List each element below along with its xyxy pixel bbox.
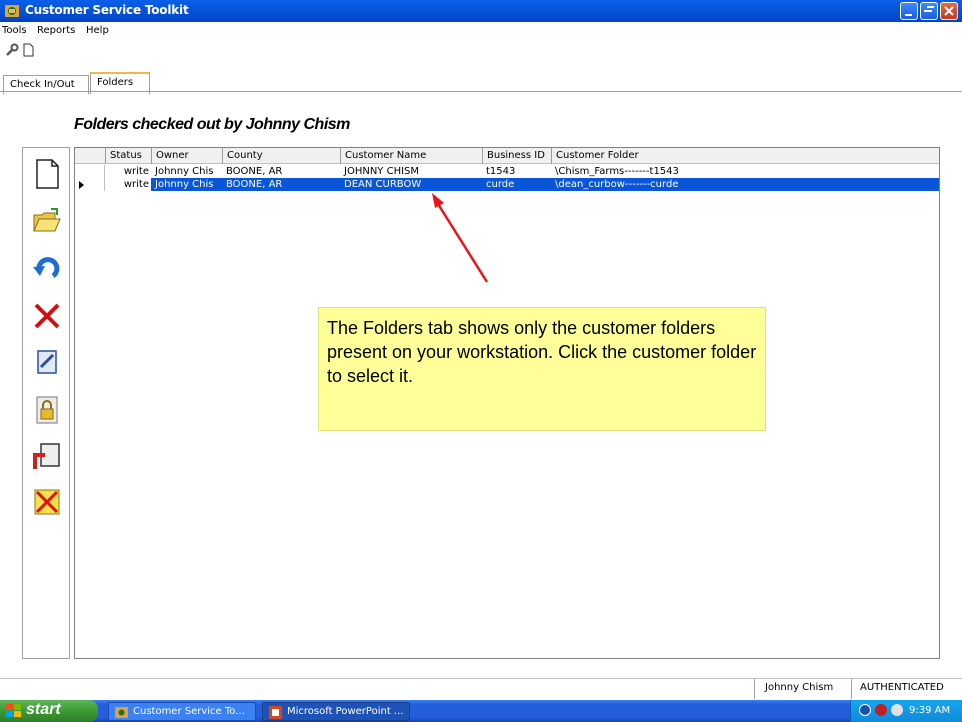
lock-icon[interactable] [31,393,63,425]
page-title: Folders checked out by Johnny Chism [74,116,350,133]
cell-customer-name: DEAN CURBOW [340,178,482,191]
start-label: start [26,701,61,718]
minimize-button[interactable] [900,2,918,20]
taskbar: start Customer Service To... Microsoft P… [0,700,962,722]
row-header[interactable] [75,165,105,178]
cell-owner: Johnny Chis [151,178,222,191]
side-toolbar [22,147,70,659]
tab-label: Check In/Out [10,79,75,90]
close-icon [944,6,954,16]
taskbar-item-powerpoint[interactable]: Microsoft PowerPoint ... [262,702,410,721]
column-header-county[interactable]: County [222,148,340,164]
column-header-owner[interactable]: Owner [151,148,222,164]
network-icon[interactable] [859,704,871,716]
wrench-icon[interactable] [5,43,19,57]
cell-customer-folder: \dean_curbow-------curde [551,178,939,191]
cell-customer-name: JOHNNY CHISM [344,166,420,177]
status-divider [851,679,852,699]
app-icon [5,5,19,17]
security-icon[interactable] [875,704,887,716]
export-icon[interactable] [31,441,63,473]
table-row-selected[interactable]: write Johnny Chis BOONE, AR DEAN CURBOW … [75,178,939,191]
clock[interactable]: 9:39 AM [909,705,950,716]
cell-county: BOONE, AR [222,178,340,191]
cell-customer-folder: \Chism_Farms-------t1543 [555,166,679,177]
refresh-icon[interactable] [31,252,63,284]
column-header-business-id[interactable]: Business ID [482,148,551,164]
powerpoint-icon [269,706,282,719]
status-user: Johnny Chism [765,682,834,693]
column-header-status[interactable]: Status [105,148,151,164]
tab-divider [0,91,962,92]
open-folder-icon[interactable] [31,205,63,237]
grid-header: Status Owner County Customer Name Busine… [75,148,939,164]
edit-icon[interactable] [31,345,63,377]
cancel-icon[interactable] [31,486,63,518]
menu-reports[interactable]: Reports [37,25,75,36]
app-icon [115,707,128,718]
cell-county: BOONE, AR [226,166,283,177]
cell-business-id: t1543 [486,166,516,177]
column-header-customer-folder[interactable]: Customer Folder [551,148,939,164]
menu-help[interactable]: Help [86,25,109,36]
toolbar [0,40,962,60]
title-bar: Customer Service Toolkit [0,0,962,22]
new-document-icon[interactable] [31,158,63,190]
tab-strip: Check In/Out Folders [0,72,962,94]
tab-label: Folders [97,77,134,88]
status-divider [754,679,755,699]
cell-status: write [123,179,149,190]
row-pointer-icon [79,181,84,189]
column-header-customer-name[interactable]: Customer Name [340,148,482,164]
windows-flag-icon [6,704,21,717]
menu-tools[interactable]: Tools [2,25,27,36]
restore-button[interactable] [920,2,938,20]
new-document-icon[interactable] [21,43,35,57]
delete-icon[interactable] [31,300,63,332]
taskbar-item-customer-service[interactable]: Customer Service To... [108,702,256,721]
cell-status: write [123,166,149,177]
status-bar: Johnny Chism AUTHENTICATED [0,678,962,699]
window-title: Customer Service Toolkit [25,3,189,17]
taskbar-item-label: Microsoft PowerPoint ... [287,706,404,717]
close-button[interactable] [940,2,958,20]
start-button[interactable]: start [0,700,98,722]
system-tray: 9:39 AM [850,700,962,722]
status-auth: AUTHENTICATED [860,682,944,693]
row-header[interactable] [75,178,105,191]
volume-icon[interactable] [891,704,903,716]
instruction-callout: The Folders tab shows only the customer … [318,307,766,431]
menu-bar: Tools Reports Help [0,22,962,40]
table-row[interactable]: write Johnny Chis BOONE, AR JOHNNY CHISM… [75,165,939,178]
taskbar-item-label: Customer Service To... [133,706,245,717]
cell-owner: Johnny Chis [155,166,214,177]
cell-business-id: curde [482,178,551,191]
